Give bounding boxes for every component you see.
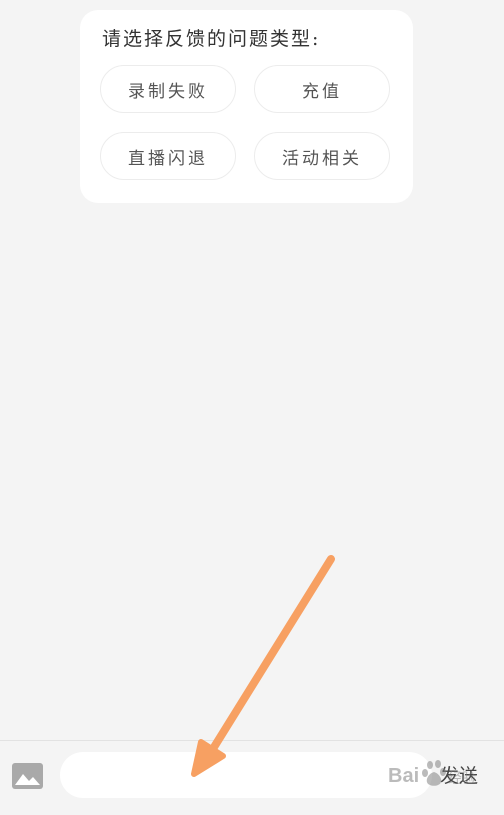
feedback-screen: 请选择反馈的问题类型: 录制失败 充值 直播闪退 活动相关 发送 Bai 经验: [0, 0, 504, 815]
image-icon[interactable]: [12, 763, 43, 789]
feedback-prompt: 请选择反馈的问题类型:: [102, 28, 321, 50]
message-composer: 发送: [0, 740, 504, 815]
send-button[interactable]: 发送: [440, 761, 478, 788]
option-live-crash[interactable]: 直播闪退: [100, 132, 236, 180]
feedback-type-card: 请选择反馈的问题类型: 录制失败 充值 直播闪退 活动相关: [80, 10, 413, 203]
message-input[interactable]: [60, 752, 432, 798]
option-recharge[interactable]: 充值: [254, 65, 390, 113]
option-recording-failed[interactable]: 录制失败: [100, 65, 236, 113]
option-activity[interactable]: 活动相关: [254, 132, 390, 180]
